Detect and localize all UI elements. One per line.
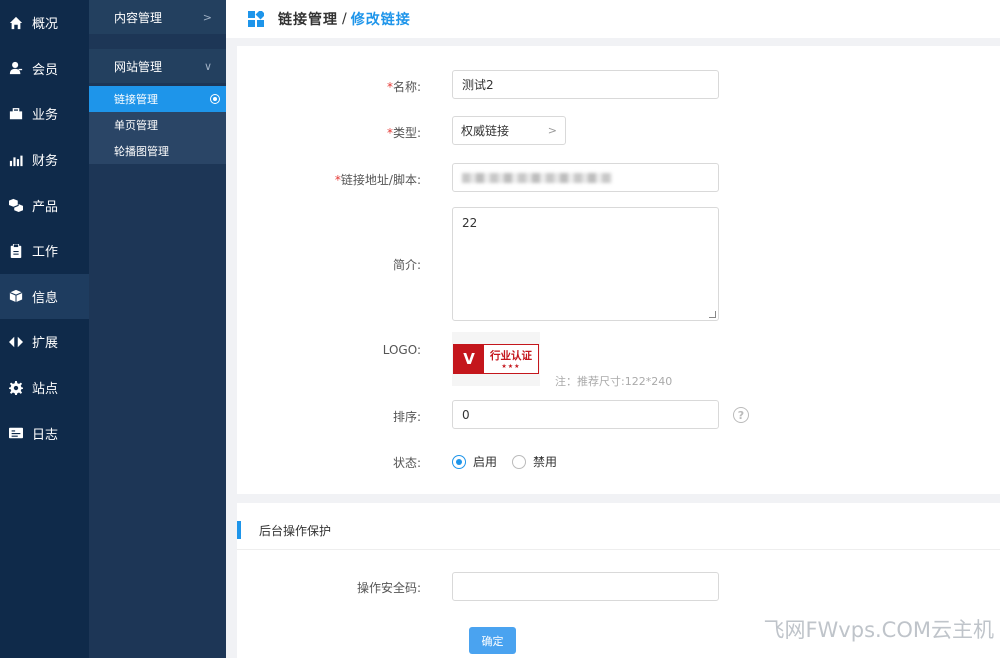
type-value: 权威链接 [461,124,510,138]
watermark: 飞网FWvps.COM云主机 [763,618,994,642]
breadcrumb-separator: / [342,11,347,27]
url-input[interactable] [452,163,719,192]
user-icon [9,61,23,75]
logo-label: LOGO: [382,343,421,357]
security-code-label: 操作安全码: [356,581,421,595]
nav-subitem-carousel[interactable]: 轮播图管理 [89,138,226,164]
nav-item-label: 业务 [32,108,59,124]
log-card-icon [9,426,23,440]
chevron-right-icon: > [547,124,557,137]
chevron-right-icon: > [202,10,212,24]
chevron-down-icon: ∨ [203,59,212,73]
active-dot-icon [210,94,220,104]
confirm-button[interactable]: 确定 [469,627,516,654]
logo-size-hint: 注：推荐尺寸:122*240 [555,375,673,388]
name-label: *名称: [386,80,421,94]
logo-stars: ★★★ [501,363,521,370]
sort-label: 排序: [392,410,421,424]
nav-item-site[interactable]: 站点 [0,365,89,411]
help-icon[interactable]: ? [733,407,749,423]
status-label: 状态: [392,456,421,470]
nav-group-content[interactable]: 内容管理 > [89,0,226,34]
radio-unchecked-icon [512,454,526,469]
name-input[interactable]: 测试2 [452,70,719,99]
edit-link-form: *名称: 测试2 *类型: 权威链接 > *链接地址/脚本: 简介: 22 LO… [237,46,1000,494]
redacted-url [462,172,612,183]
nav-item-extend[interactable]: 扩展 [0,319,89,365]
briefcase-icon [9,107,23,121]
box-icon [9,289,23,303]
radio-checked-icon [452,454,466,469]
section-title: 后台操作保护 [237,519,331,541]
sort-input[interactable]: 0 [452,400,719,429]
nav-item-label: 信息 [32,290,59,306]
nav-subitem-label: 链接管理 [114,93,158,106]
nav-subitem-pages[interactable]: 单页管理 [89,112,226,138]
page-subtitle: 修改链接 [350,12,411,28]
nav-item-finance[interactable]: 财务 [0,137,89,183]
code-arrows-icon [9,335,23,349]
nav-subitem-links[interactable]: 链接管理 [89,86,226,112]
nav-group-website[interactable]: 网站管理 ∨ [89,49,226,83]
intro-label: 简介: [392,258,421,272]
logo-v-mark: V [454,345,484,373]
section-accent-bar [237,521,241,539]
security-code-input[interactable] [452,572,719,601]
nav-item-label: 概况 [32,17,59,33]
url-label: *链接地址/脚本: [334,173,421,187]
nav-item-log[interactable]: 日志 [0,410,89,456]
nav-item-label: 日志 [32,427,59,443]
nav-group-label: 网站管理 [114,59,163,74]
intro-textarea[interactable]: 22 [452,207,719,321]
secondary-sidebar: 内容管理 > 网站管理 ∨ 链接管理 单页管理 轮播图管理 [89,0,226,658]
nav-subitem-label: 单页管理 [114,119,158,132]
nav-item-members[interactable]: 会员 [0,46,89,92]
nav-item-business[interactable]: 业务 [0,91,89,137]
page-header: 链接管理 / 修改链接 [226,0,1000,38]
nav-item-overview[interactable]: 概况 [0,0,89,46]
nav-item-label: 工作 [32,245,59,261]
type-select[interactable]: 权威链接 > [452,116,566,145]
nav-group-label: 内容管理 [114,10,163,25]
nav-item-label: 会员 [32,62,59,78]
status-enable-radio[interactable]: 启用 [452,453,497,470]
logo-image: V 行业认证 ★★★ [453,344,539,374]
nav-item-products[interactable]: 产品 [0,182,89,228]
nav-item-work[interactable]: 工作 [0,228,89,274]
resize-handle-icon[interactable] [709,311,716,318]
clipboard-icon [9,243,23,258]
nav-subitem-label: 轮播图管理 [114,145,169,158]
home-icon [9,16,23,30]
logo-upload[interactable]: V 行业认证 ★★★ [452,332,540,386]
nav-item-label: 财务 [32,154,59,170]
nav-item-label: 扩展 [32,336,59,352]
cubes-icon [9,198,23,213]
grid-icon [248,11,264,27]
nav-item-label: 站点 [32,382,59,398]
nav-submenu: 链接管理 单页管理 轮播图管理 [89,86,226,164]
primary-sidebar: 概况 会员 业务 财务 产品 工作 信息 扩展 站点 日志 [0,0,89,658]
nav-item-info[interactable]: 信息 [0,273,89,320]
page-title: 链接管理 [278,12,338,28]
status-disable-radio[interactable]: 禁用 [512,453,557,470]
bar-chart-icon [9,153,23,167]
gear-icon [9,380,23,395]
divider [237,549,1000,550]
type-label: *类型: [386,126,421,140]
nav-item-label: 产品 [32,199,59,215]
logo-text: 行业认证 [490,350,532,362]
